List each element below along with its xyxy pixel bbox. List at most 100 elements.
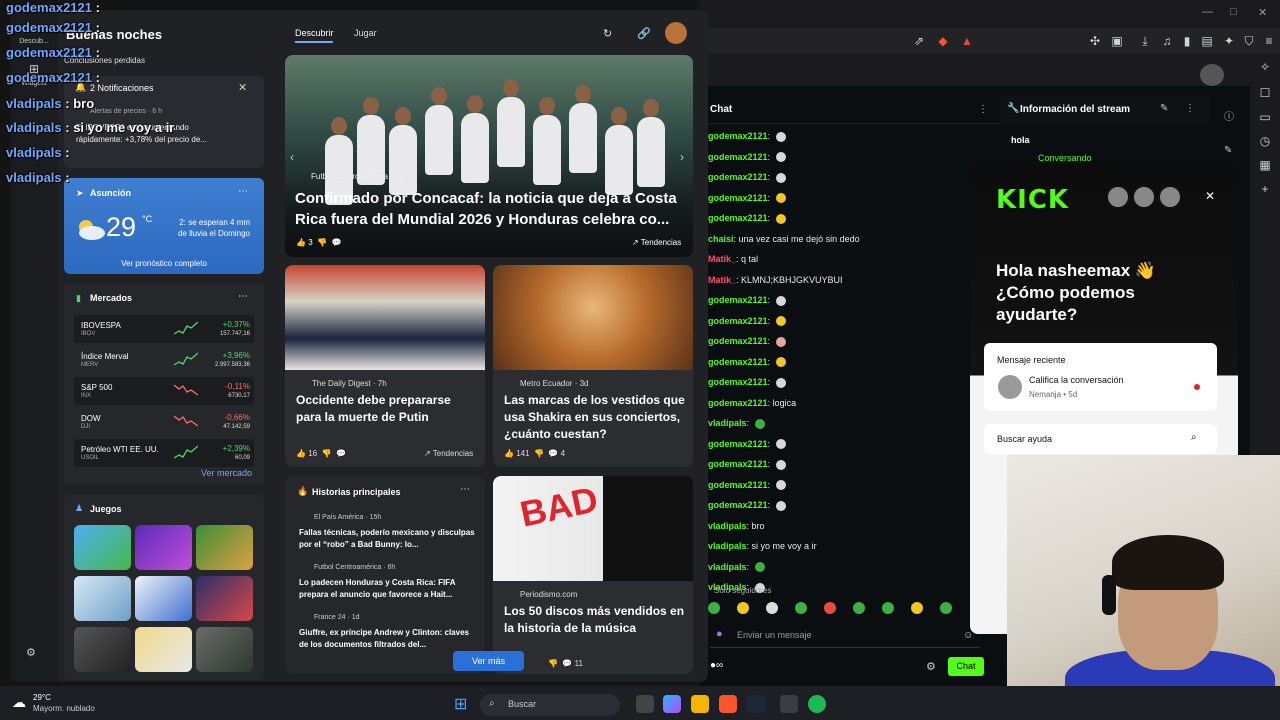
close-icon[interactable]: ✕ (238, 81, 247, 94)
screenshot-icon[interactable]: ▣ (1110, 34, 1124, 48)
search-icon[interactable]: ⌕ (1191, 432, 1197, 443)
edit-icon[interactable]: ✎ (1160, 103, 1168, 114)
extensions-icon[interactable]: ✣ (1088, 34, 1102, 48)
weather-taskbar-icon[interactable]: ☁ (12, 694, 26, 711)
share-page-icon[interactable]: ⇗ (912, 34, 926, 48)
brave-shield-icon[interactable]: ◆ (936, 34, 950, 48)
game-tile[interactable] (74, 627, 131, 672)
sidebar-reading-icon[interactable]: ▭ (1256, 110, 1274, 128)
avatar[interactable] (665, 22, 687, 44)
game-tile[interactable] (196, 627, 253, 672)
chat-username[interactable]: vladipals (708, 418, 747, 428)
stream-category[interactable]: Conversando (1038, 153, 1092, 163)
emote-button[interactable] (824, 602, 836, 614)
market-row[interactable]: Petróleo WTI EE. UU. USOIL +2,39% 60,09 (74, 439, 254, 467)
chat-message-input[interactable]: Enviar un mensaje (710, 624, 980, 648)
sidebar-history-icon[interactable]: ◷ (1256, 134, 1274, 152)
maximize-icon[interactable]: □ (1230, 6, 1237, 18)
story-headline[interactable]: Lo padecen Honduras y Costa Rica: FIFA p… (299, 577, 477, 601)
emote-button[interactable] (853, 602, 865, 614)
chat-username[interactable]: vladipals (708, 521, 747, 531)
chat-send-button[interactable]: Chat (948, 657, 984, 676)
chat-more-icon[interactable]: ⋮ (978, 104, 988, 115)
carousel-prev-icon[interactable]: ‹ (290, 150, 294, 164)
game-tile[interactable] (135, 576, 192, 621)
settings-icon[interactable]: ⚙ (26, 646, 36, 659)
card-title[interactable]: Occidente debe prepararse para la muerte… (296, 392, 476, 426)
sidebar-toggle-icon[interactable]: ▮ (1180, 34, 1194, 48)
card-title[interactable]: Las marcas de los vestidos que usa Shaki… (504, 392, 686, 443)
chat-username[interactable]: vladipals (708, 541, 747, 551)
emote-button[interactable] (708, 602, 720, 614)
minimize-icon[interactable]: — (1202, 6, 1213, 18)
profile-avatar[interactable] (1200, 64, 1224, 86)
emote-button[interactable] (940, 602, 952, 614)
wallet-icon[interactable]: ▤ (1200, 34, 1214, 48)
copilot-icon[interactable] (663, 695, 681, 713)
steam-icon[interactable] (747, 695, 765, 713)
card-footer[interactable]: 👍 141 👎 💬 4 (504, 449, 565, 458)
game-tile[interactable] (196, 525, 253, 570)
hero-title[interactable]: Confirmado por Concacaf: la noticia que … (295, 188, 685, 230)
card-footer[interactable]: 👍 16 👎 💬 (296, 449, 346, 458)
story-headline[interactable]: Fallas técnicas, poderío mexicano y disc… (299, 527, 477, 551)
see-market-link[interactable]: Ver mercado (201, 468, 252, 478)
shield-icon[interactable]: ⛉ (1242, 34, 1256, 48)
pencil-icon[interactable]: ✎ (1224, 145, 1232, 156)
weather-more-icon[interactable]: ⋯ (238, 186, 248, 197)
emote-button[interactable] (795, 602, 807, 614)
music-icon[interactable]: ♫ (1160, 34, 1174, 48)
nav-discover[interactable]: Descub... (18, 38, 50, 45)
chat-username[interactable]: Matik_ (708, 275, 736, 285)
chat-username[interactable]: godemax2121 (708, 336, 768, 346)
market-row[interactable]: Índice Merval MERV +3,96% 2.997.583,36 (74, 346, 254, 374)
chat-username[interactable]: godemax2121 (708, 480, 768, 490)
news-card[interactable] (285, 265, 485, 467)
brave-icon[interactable] (719, 695, 737, 713)
story-headline[interactable]: Giuffre, ex príncipe Andrew y Clinton: c… (299, 627, 477, 651)
download-icon[interactable]: ⤓ (1138, 34, 1152, 48)
chat-username[interactable]: godemax2121 (708, 152, 768, 162)
chat-username[interactable]: chaisi (708, 234, 734, 244)
game-tile[interactable] (135, 525, 192, 570)
see-more-button[interactable]: Ver más (453, 651, 524, 671)
market-row[interactable]: DOW DJI -0,66% 47.142,59 (74, 408, 254, 436)
link-icon[interactable]: 🔗 (637, 27, 651, 40)
sidebar-bookmarks-icon[interactable]: ☐ (1256, 86, 1274, 104)
carousel-next-icon[interactable]: › (680, 150, 684, 164)
taskbar-temperature[interactable]: 29°C (33, 693, 51, 702)
game-tile[interactable] (135, 627, 192, 672)
chat-username[interactable]: godemax2121 (708, 500, 768, 510)
tab-play[interactable]: Jugar (354, 28, 377, 38)
emote-button[interactable] (882, 602, 894, 614)
weather-location[interactable]: Asunción (90, 188, 131, 198)
menu-icon[interactable]: ≡ (1262, 34, 1276, 48)
sidebar-add-icon[interactable]: + (1256, 182, 1274, 200)
game-tile[interactable] (74, 525, 131, 570)
info-more-icon[interactable]: ⋮ (1185, 103, 1195, 114)
chat-username[interactable]: godemax2121 (708, 131, 768, 141)
chat-username[interactable]: godemax2121 (708, 398, 768, 408)
chat-username[interactable]: vladipals (708, 562, 747, 572)
obs-icon[interactable] (780, 695, 798, 713)
chat-settings-icon[interactable]: ⚙ (926, 660, 936, 673)
tab-discover[interactable]: Descubrir (295, 28, 334, 38)
top-stories-more-icon[interactable]: ⋯ (460, 484, 470, 495)
chat-username[interactable]: godemax2121 (708, 357, 768, 367)
market-row[interactable]: IBOVESPA IBOV +0,37% 157.747,16 (74, 315, 254, 343)
refresh-icon[interactable]: ↻ (603, 27, 612, 40)
full-forecast-link[interactable]: Ver pronóstico completo (64, 259, 264, 268)
brave-rewards-icon[interactable]: ▲ (960, 34, 974, 48)
card-title[interactable]: Los 50 discos más vendidos en la histori… (504, 603, 686, 637)
chat-username[interactable]: godemax2121 (708, 213, 768, 223)
emote-button[interactable] (766, 602, 778, 614)
close-window-icon[interactable]: ✕ (1258, 6, 1267, 19)
chat-username[interactable]: godemax2121 (708, 193, 768, 203)
sidebar-leo-icon[interactable]: ✧ (1256, 60, 1274, 78)
game-tile[interactable] (74, 576, 131, 621)
chat-username[interactable]: godemax2121 (708, 439, 768, 449)
emote-button[interactable] (737, 602, 749, 614)
chat-username[interactable]: godemax2121 (708, 172, 768, 182)
close-icon[interactable]: ✕ (1205, 189, 1215, 203)
leo-icon[interactable]: ✦ (1222, 34, 1236, 48)
